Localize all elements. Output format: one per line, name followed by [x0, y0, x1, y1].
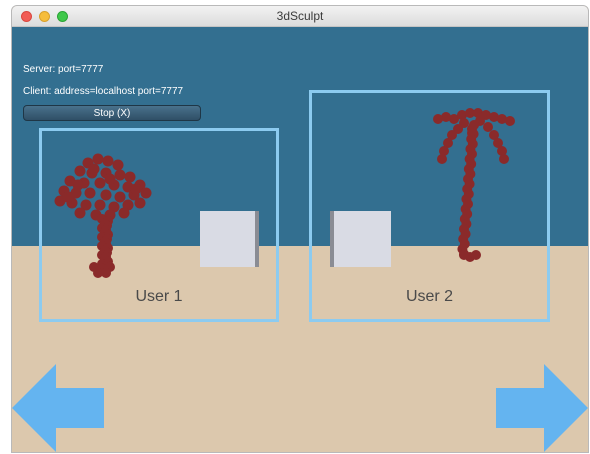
user-1-cube[interactable] — [200, 211, 255, 267]
user-2-cube[interactable] — [334, 211, 391, 267]
title-bar: 3dSculpt — [12, 6, 588, 27]
app-window: 3dSculpt Server: port=7777 Client: addre… — [11, 5, 589, 453]
window-title: 3dSculpt — [276, 9, 324, 23]
user-1-label: User 1 — [135, 288, 183, 305]
stop-button[interactable]: Stop (X) — [23, 105, 201, 121]
user-1-tree-sculpture — [54, 153, 152, 278]
user-2-label: User 2 — [405, 288, 454, 305]
left-arrow-icon[interactable] — [12, 364, 104, 452]
right-arrow-icon[interactable] — [496, 364, 588, 452]
client-status: Client: address=localhost port=7777 — [23, 86, 184, 97]
server-status: Server: port=7777 — [23, 64, 104, 75]
user-2-palm-sculpture — [433, 108, 515, 262]
scene-viewport: Server: port=7777 Client: address=localh… — [12, 27, 588, 452]
